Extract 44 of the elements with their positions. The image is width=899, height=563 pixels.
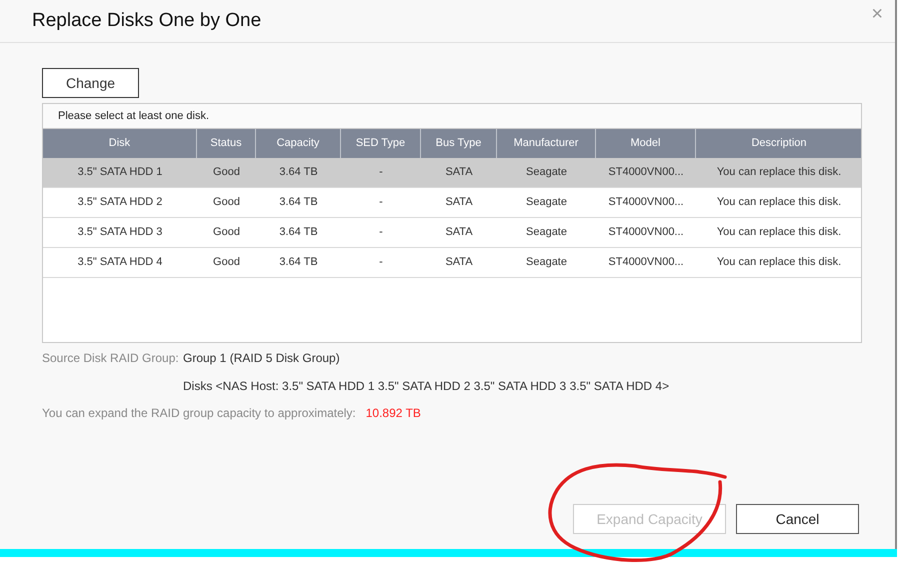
table-cell-text: Seagate — [525, 255, 568, 270]
expand-info-label: You can expand the RAID group capacity to approximately: — [42, 405, 356, 422]
table-cell-text: Seagate — [525, 165, 568, 180]
table-cell-text: You can replace this disk. — [716, 255, 842, 270]
close-button[interactable]: × — [871, 4, 883, 24]
table-cell-text: - — [378, 255, 384, 270]
table-cell-text: Good — [212, 225, 241, 240]
table-cell-text: Seagate — [525, 195, 568, 210]
table-cell-text: 3.5" SATA HDD 3 — [76, 225, 164, 240]
table-cell-text: ST4000VN00... — [607, 165, 685, 180]
table-cell-text: 3.5" SATA HDD 1 — [76, 165, 164, 180]
table-cell-text: 3.64 TB — [278, 165, 319, 180]
table-cell-text: Good — [212, 255, 241, 270]
table-cell-text: 3.64 TB — [278, 255, 319, 270]
table-cell-text: SATA — [444, 165, 474, 180]
table-cell-text: You can replace this disk. — [716, 195, 842, 210]
table-cell-text: You can replace this disk. — [716, 225, 842, 240]
table-cell-text: 3.5" SATA HDD 4 — [76, 255, 164, 270]
table-cell-text: 3.64 TB — [278, 225, 319, 240]
table-cell-text: 3.64 TB — [278, 195, 319, 210]
expand-capacity-value: 10.892 TB — [366, 405, 421, 422]
table-cell-text: SATA — [444, 255, 474, 270]
source-disks: Disks <NAS Host: 3.5" SATA HDD 1 3.5" SATA HDD 2 3.5" SATA HDD 3 3.5" SATA HDD 4> — [183, 379, 670, 393]
table-cell-text: You can replace this disk. — [716, 165, 842, 180]
table-cell-text: - — [378, 195, 384, 210]
table-cell-text: Seagate — [525, 225, 568, 240]
cancel-button[interactable]: Cancel — [736, 504, 859, 534]
change-button[interactable]: Change — [42, 68, 139, 98]
table-row[interactable]: 3.5" SATA HDD 1 Good 3.64 TB - SATA Seagate ST4000VN00... You can replace this disk. — [43, 158, 861, 188]
table-cell-text: 3.5" SATA HDD 2 — [76, 195, 164, 210]
table-cell-text: Good — [212, 195, 241, 210]
table-cell-text: ST4000VN00... — [607, 225, 685, 240]
table-cell-text: - — [378, 165, 384, 180]
table-cell-text: - — [378, 225, 384, 240]
table-cell-text: SATA — [444, 195, 474, 210]
table-message: Please select at least one disk. — [58, 108, 210, 124]
table-cell-text: ST4000VN00... — [607, 195, 685, 210]
table-cell-text: SATA — [444, 225, 474, 240]
table-cell-text: Good — [212, 165, 241, 180]
source-group: Group 1 (RAID 5 Disk Group) — [183, 349, 340, 367]
dialog-title: Replace Disks One by One — [32, 8, 262, 33]
column-header[interactable]: Description — [696, 129, 862, 158]
source-label: Source Disk RAID Group: — [42, 350, 180, 367]
table-cell-text: ST4000VN00... — [607, 255, 685, 270]
